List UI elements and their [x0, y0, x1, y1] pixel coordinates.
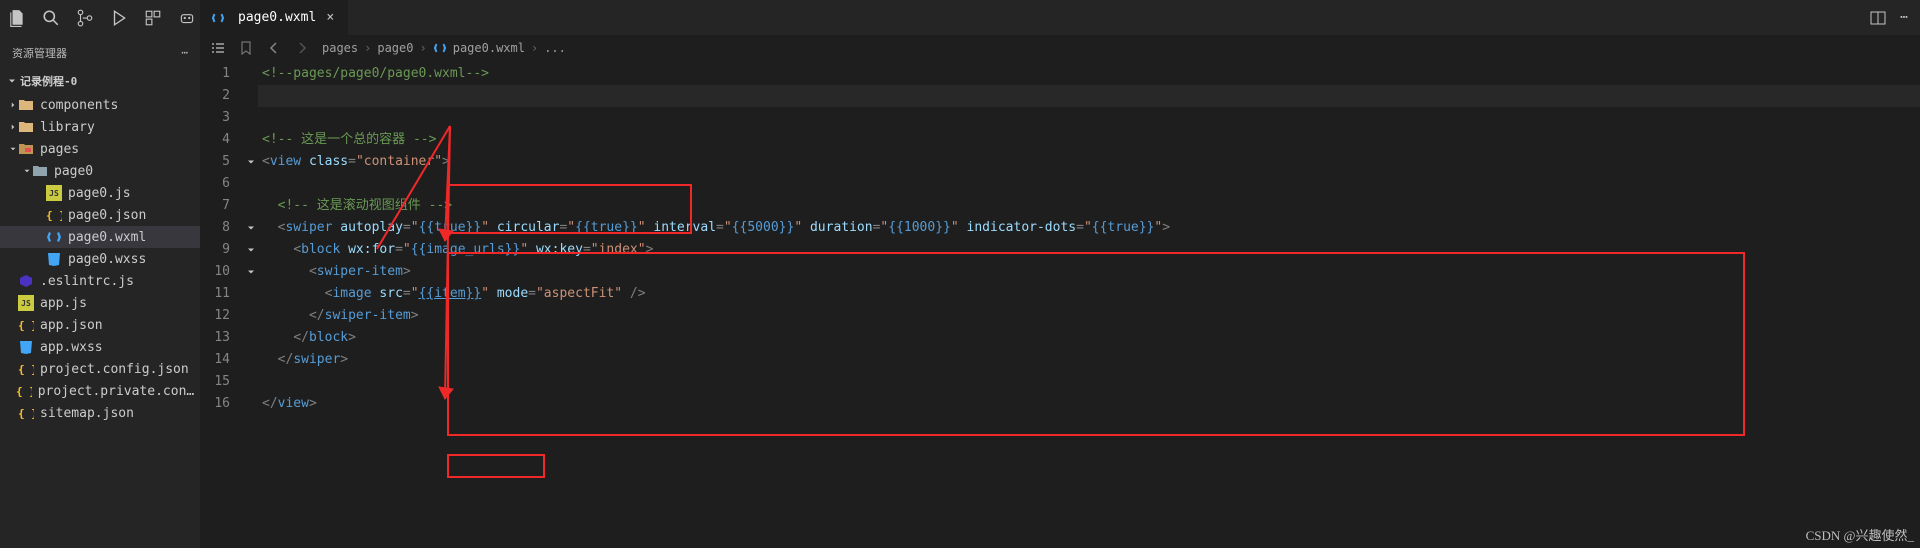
tree-item-label: page0.json — [68, 208, 146, 223]
project-header[interactable]: 记录例程-0 — [0, 70, 200, 92]
tree-item-pages[interactable]: pages — [0, 138, 200, 160]
tree-item-app-wxss[interactable]: app.wxss — [0, 336, 200, 358]
code-line-12[interactable]: </swiper-item> — [258, 305, 1920, 327]
extensions-icon[interactable] — [144, 9, 162, 27]
tree-item-page0-js[interactable]: JS page0.js — [0, 182, 200, 204]
js-icon: JS — [18, 295, 34, 311]
explorer-sidebar: 资源管理器 记录例程-0 components library pages page0… — [0, 0, 200, 548]
tree-item-label: page0.wxss — [68, 252, 146, 267]
watermark: CSDN @兴趣使然_ — [1806, 525, 1914, 544]
code-line-10[interactable]: <swiper-item> — [258, 261, 1920, 283]
code-line-15[interactable] — [258, 371, 1920, 393]
tree-item-components[interactable]: components — [0, 94, 200, 116]
robot-icon[interactable] — [178, 9, 196, 27]
tree-item-label: pages — [40, 142, 79, 157]
tree-item-label: sitemap.json — [40, 406, 134, 421]
code-line-13[interactable]: </block> — [258, 327, 1920, 349]
tree-item-label: project.private.config.json — [38, 384, 200, 399]
tree-item-project-config-json[interactable]: { } project.config.json — [0, 358, 200, 380]
list-icon[interactable] — [210, 40, 226, 56]
close-icon[interactable]: × — [322, 10, 338, 26]
explorer-title: 资源管理器 — [0, 35, 200, 70]
wxml-icon — [46, 229, 62, 245]
code-line-9[interactable]: <block wx:for="{{image_urls}}" wx:key="i… — [258, 239, 1920, 261]
wxml-icon — [210, 10, 226, 26]
fold-gutter[interactable] — [244, 61, 258, 548]
tree-item-label: app.json — [40, 318, 103, 333]
wxss-icon — [18, 339, 34, 355]
tree-item-label: app.js — [40, 296, 87, 311]
tree-item-label: page0.js — [68, 186, 131, 201]
tree-item-sitemap-json[interactable]: { } sitemap.json — [0, 402, 200, 424]
code-line-7[interactable]: <!-- 这是滚动视图组件 --> — [258, 195, 1920, 217]
bookmark-icon[interactable] — [238, 40, 254, 56]
nav-back-icon[interactable] — [266, 40, 282, 56]
code-line-2[interactable] — [258, 85, 1920, 107]
split-editor-icon[interactable] — [1870, 10, 1886, 26]
editor-toolbar: pages› page0› page0.wxml› ... — [200, 35, 1920, 61]
code-line-4[interactable]: <!-- 这是一个总的容器 --> — [258, 129, 1920, 151]
svg-text:{ }: { } — [18, 363, 34, 376]
tree-item-label: page0 — [54, 164, 93, 179]
json-icon: { } — [18, 405, 34, 421]
svg-text:{ }: { } — [18, 407, 34, 420]
json-icon: { } — [16, 383, 32, 399]
tree-item-page0[interactable]: page0 — [0, 160, 200, 182]
sidebar-top-icons — [0, 0, 200, 35]
tree-item-project-private-config-json[interactable]: { } project.private.config.json — [0, 380, 200, 402]
code-content[interactable]: <!--pages/page0/page0.wxml--> <!-- 这是一个总… — [258, 61, 1920, 548]
source-control-icon[interactable] — [76, 9, 94, 27]
tree-item-library[interactable]: library — [0, 116, 200, 138]
tree-item-label: library — [40, 120, 95, 135]
js-icon: JS — [46, 185, 62, 201]
code-line-6[interactable] — [258, 173, 1920, 195]
tab-bar: page0.wxml × — [200, 0, 1920, 35]
svg-text:{ }: { } — [16, 385, 32, 398]
tab-page0-wxml[interactable]: page0.wxml × — [200, 0, 349, 35]
code-line-11[interactable]: <image src="{{item}}" mode="aspectFit" /… — [258, 283, 1920, 305]
tree-item-app-json[interactable]: { } app.json — [0, 314, 200, 336]
code-line-8[interactable]: <swiper autoplay="{{true}}" circular="{{… — [258, 217, 1920, 239]
json-icon: { } — [18, 317, 34, 333]
json-icon: { } — [18, 361, 34, 377]
tree-item-label: page0.wxml — [68, 230, 146, 245]
code-area[interactable]: 12345678910111213141516 <!--pages/page0/… — [200, 61, 1920, 548]
folder-yellow-icon — [18, 97, 34, 113]
files-icon[interactable] — [8, 9, 26, 27]
tree-item-label: .eslintrc.js — [40, 274, 134, 289]
editor-area: page0.wxml × pages› page0› page0.wxml› .… — [200, 0, 1920, 548]
annotation-arrow-2 — [365, 121, 455, 411]
eslint-icon — [18, 273, 34, 289]
tab-label: page0.wxml — [238, 10, 316, 25]
code-line-16[interactable]: </view> — [258, 393, 1920, 415]
tree-item-label: project.config.json — [40, 362, 189, 377]
svg-text:{ }: { } — [46, 209, 62, 222]
folder-yellow-icon — [18, 119, 34, 135]
explorer-more-icon[interactable] — [181, 46, 188, 59]
code-line-5[interactable]: <view class="container"> — [258, 151, 1920, 173]
tree-item-page0-wxss[interactable]: page0.wxss — [0, 248, 200, 270]
wxml-icon — [433, 41, 447, 55]
file-tree: components library pages page0 JS page0.js { }… — [0, 92, 200, 548]
json-icon: { } — [46, 207, 62, 223]
breadcrumb[interactable]: pages› page0› page0.wxml› ... — [322, 41, 566, 55]
folder-grey-icon — [32, 163, 48, 179]
svg-text:{ }: { } — [18, 319, 34, 332]
folder-red-icon — [18, 141, 34, 157]
editor-more-icon[interactable] — [1900, 10, 1908, 25]
tree-item--eslintrc-js[interactable]: .eslintrc.js — [0, 270, 200, 292]
tree-item-page0-json[interactable]: { } page0.json — [0, 204, 200, 226]
search-icon[interactable] — [42, 9, 60, 27]
code-line-3[interactable] — [258, 107, 1920, 129]
code-line-1[interactable]: <!--pages/page0/page0.wxml--> — [258, 63, 1920, 85]
tree-item-page0-wxml[interactable]: page0.wxml — [0, 226, 200, 248]
code-line-14[interactable]: </swiper> — [258, 349, 1920, 371]
tree-item-app-js[interactable]: JS app.js — [0, 292, 200, 314]
line-numbers: 12345678910111213141516 — [200, 61, 244, 548]
nav-forward-icon[interactable] — [294, 40, 310, 56]
wxss-icon — [46, 251, 62, 267]
debug-icon[interactable] — [110, 9, 128, 27]
tree-item-label: app.wxss — [40, 340, 103, 355]
tree-item-label: components — [40, 98, 118, 113]
